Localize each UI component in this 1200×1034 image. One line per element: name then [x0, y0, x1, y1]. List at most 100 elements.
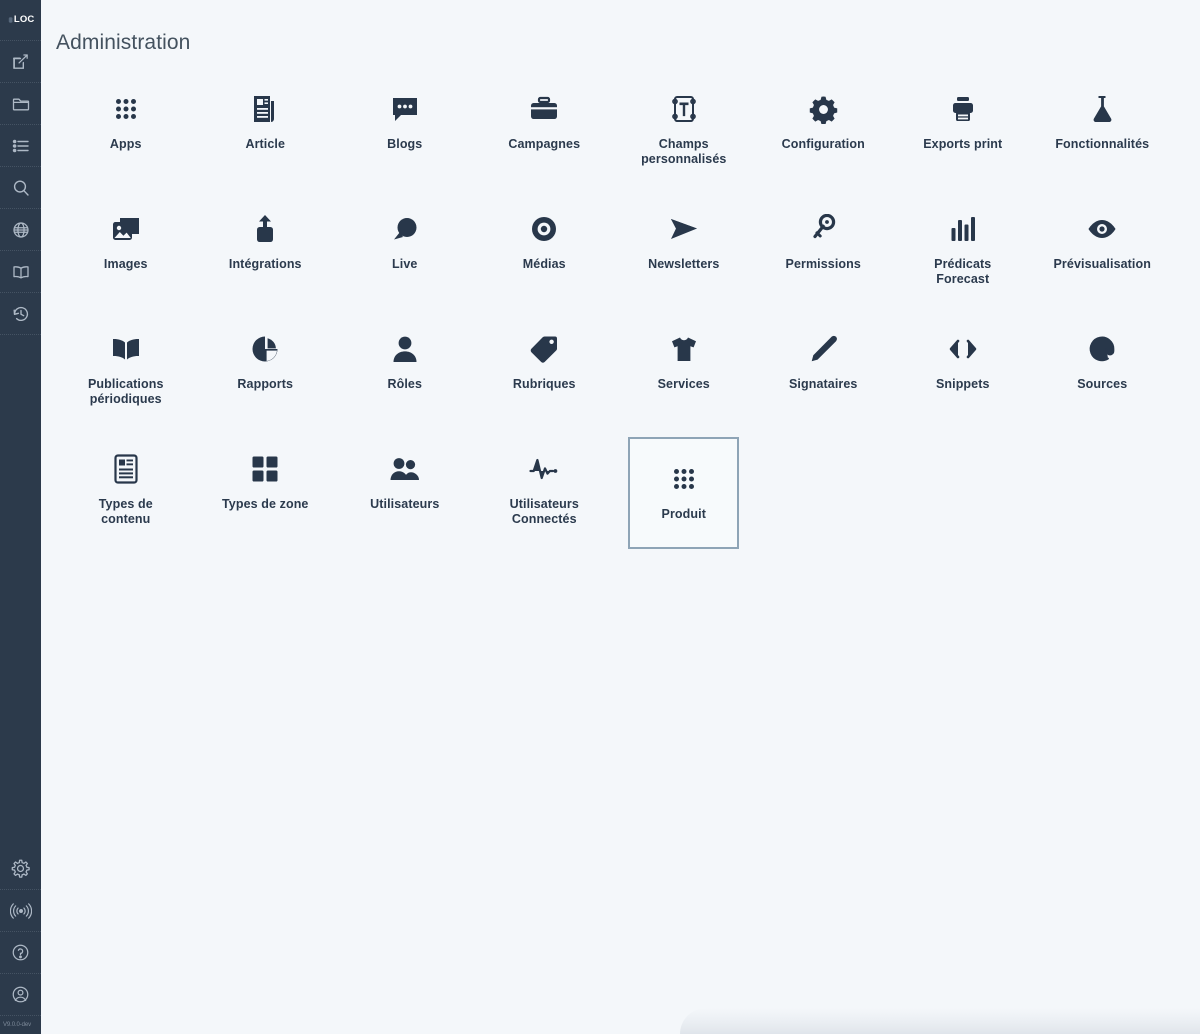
- images-icon: [111, 213, 141, 245]
- admin-tile-label: Apps: [109, 137, 142, 151]
- admin-tile[interactable]: Blogs: [349, 77, 460, 182]
- admin-tile[interactable]: Publications périodiques: [70, 317, 181, 422]
- admin-tile-label: Campagnes: [508, 137, 581, 151]
- main-content: Administration Apps Article Blogs Campag…: [41, 0, 1200, 1034]
- pie-chart-icon: [251, 333, 279, 365]
- admin-tile[interactable]: Snippets: [907, 317, 1018, 422]
- gear-icon: [11, 859, 30, 878]
- pencil-icon: [809, 333, 838, 365]
- admin-tile-label: Fonctionnalités: [1055, 137, 1150, 151]
- sidebar-item-broadcast[interactable]: [0, 890, 41, 931]
- key-icon: [810, 213, 836, 245]
- open-book-icon: [111, 333, 141, 365]
- admin-tile-label: Snippets: [935, 377, 990, 391]
- logo-globe-icon: [7, 17, 13, 23]
- admin-tile[interactable]: Configuration: [768, 77, 879, 182]
- sidebar-divider: [0, 124, 41, 125]
- admin-tile[interactable]: Images: [70, 197, 181, 302]
- text-field-icon: [670, 93, 698, 125]
- admin-tile[interactable]: Champs personnalisés: [628, 77, 739, 182]
- app-logo[interactable]: LOC: [0, 0, 41, 40]
- admin-tile[interactable]: Rubriques: [489, 317, 600, 422]
- admin-tile[interactable]: Services: [628, 317, 739, 422]
- logo-text: LOC: [13, 14, 35, 26]
- briefcase-icon: [529, 93, 559, 125]
- sidebar-divider: [0, 292, 41, 293]
- admin-tile-label: Services: [657, 377, 710, 391]
- code-brackets-icon: [948, 333, 978, 365]
- sidebar-divider: [0, 889, 41, 890]
- admin-tile[interactable]: Rôles: [349, 317, 460, 422]
- admin-tile-label: Sources: [1077, 377, 1128, 391]
- sidebar-item-compose[interactable]: [0, 41, 41, 82]
- admin-tile-label: Prévisualisation: [1053, 257, 1151, 271]
- at-sign-icon: [1088, 333, 1116, 365]
- sidebar: LOC V9.0.0-dev: [0, 0, 41, 1034]
- admin-tile-label: Publications périodiques: [87, 377, 164, 406]
- sidebar-item-history[interactable]: [0, 293, 41, 334]
- apps-grid-icon: [111, 93, 141, 125]
- admin-tile[interactable]: Permissions: [768, 197, 879, 302]
- admin-tile-label: Blogs: [387, 137, 423, 151]
- admin-tile[interactable]: Live: [349, 197, 460, 302]
- book-icon: [12, 265, 29, 279]
- sidebar-item-settings[interactable]: [0, 848, 41, 889]
- admin-tile[interactable]: Rapports: [210, 317, 321, 422]
- version-label: V9.0.0-dev: [3, 1022, 32, 1028]
- admin-tile[interactable]: Intégrations: [210, 197, 321, 302]
- admin-tile[interactable]: Campagnes: [489, 77, 600, 182]
- list-icon: [12, 139, 29, 152]
- sidebar-item-account[interactable]: [0, 974, 41, 1015]
- article-icon: [251, 93, 279, 125]
- account-icon: [12, 986, 29, 1003]
- logo-mark: LOC: [7, 6, 35, 34]
- admin-tile[interactable]: Médias: [489, 197, 600, 302]
- sidebar-divider: [0, 973, 41, 974]
- help-icon: [12, 944, 29, 961]
- sidebar-divider: [0, 40, 41, 41]
- admin-tile-label: Rubriques: [512, 377, 576, 391]
- admin-tile-label: Rapports: [237, 377, 294, 391]
- admin-tile[interactable]: Exports print: [907, 77, 1018, 182]
- sidebar-item-book[interactable]: [0, 251, 41, 292]
- people-icon: [390, 453, 420, 485]
- upload-box-icon: [252, 213, 278, 245]
- admin-tile[interactable]: Produit: [628, 437, 740, 549]
- admin-tile[interactable]: Fonctionnalités: [1047, 77, 1158, 182]
- sidebar-item-globe[interactable]: [0, 209, 41, 250]
- record-circle-icon: [530, 213, 558, 245]
- sidebar-item-help[interactable]: [0, 932, 41, 973]
- sidebar-item-search[interactable]: [0, 167, 41, 208]
- admin-tile[interactable]: Newsletters: [628, 197, 739, 302]
- admin-tile[interactable]: Utilisateurs Connectés: [489, 437, 600, 542]
- pulse-icon: [529, 453, 559, 485]
- sidebar-divider: [0, 334, 41, 335]
- globe-icon: [12, 221, 29, 238]
- history-icon: [13, 306, 28, 321]
- admin-tile-grid: Apps Article Blogs Campagnes Champs pers…: [41, 77, 1200, 564]
- admin-tile-label: Produit: [661, 507, 706, 521]
- admin-tile[interactable]: Prévisualisation: [1047, 197, 1158, 302]
- printer-icon: [949, 93, 977, 125]
- compose-icon: [13, 54, 28, 69]
- admin-tile-label: Types de zone: [221, 497, 309, 511]
- sidebar-item-list[interactable]: [0, 125, 41, 166]
- admin-tile[interactable]: Apps: [70, 77, 181, 182]
- sidebar-divider: [0, 931, 41, 932]
- sidebar-item-folder[interactable]: [0, 83, 41, 124]
- admin-tile[interactable]: Article: [210, 77, 321, 182]
- sidebar-divider: [0, 208, 41, 209]
- admin-tile[interactable]: Utilisateurs: [349, 437, 460, 542]
- zone-squares-icon: [251, 453, 279, 485]
- admin-tile-label: Exports print: [923, 137, 1003, 151]
- admin-tile-label: Utilisateurs Connectés: [509, 497, 579, 526]
- eye-icon: [1087, 213, 1117, 245]
- admin-tile[interactable]: Prédicats Forecast: [907, 197, 1018, 302]
- folder-icon: [12, 98, 29, 110]
- admin-tile[interactable]: Signataires: [768, 317, 879, 422]
- page-title: Administration: [56, 31, 191, 54]
- chat-bubble-icon: [390, 93, 420, 125]
- admin-tile[interactable]: Types de contenu: [70, 437, 181, 542]
- admin-tile[interactable]: Types de zone: [210, 437, 321, 542]
- admin-tile[interactable]: Sources: [1047, 317, 1158, 422]
